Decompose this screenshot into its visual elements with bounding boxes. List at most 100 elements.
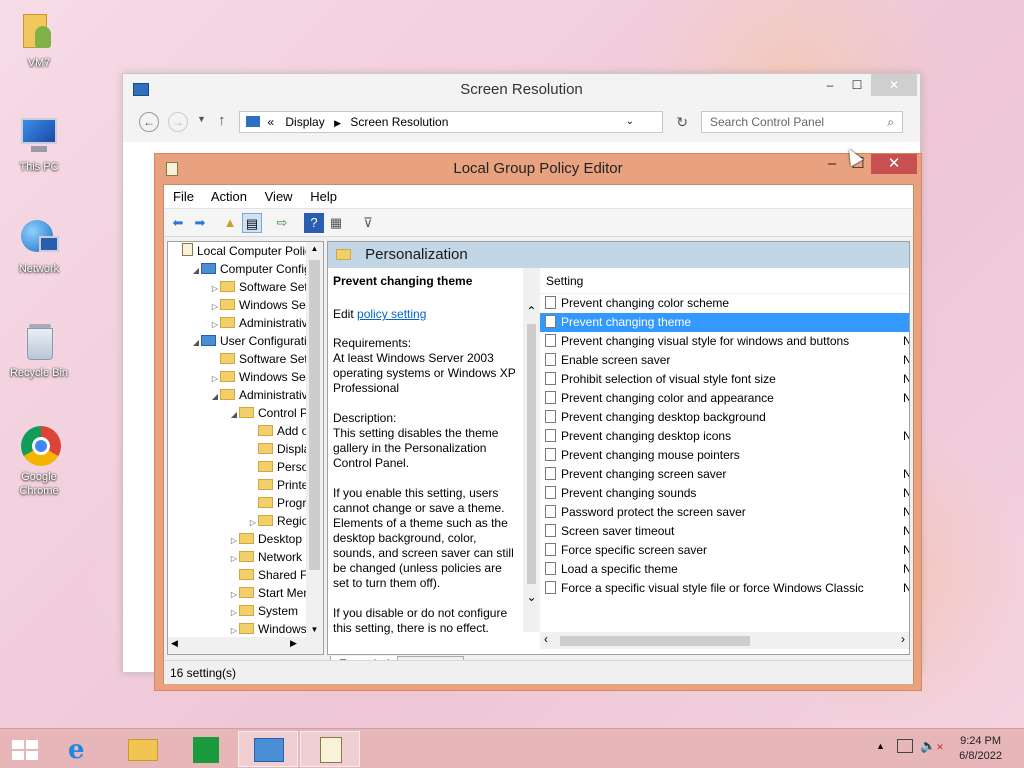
setting-row[interactable]: Screen saver timeout N: [540, 522, 909, 541]
setting-row[interactable]: Prevent changing desktop background: [540, 408, 909, 427]
setting-row[interactable]: Force a specific visual style file or fo…: [540, 579, 909, 598]
scroll-right-icon[interactable]: ›: [901, 632, 905, 646]
forward-button[interactable]: →: [168, 112, 188, 132]
tree-item[interactable]: ▷ System: [168, 602, 323, 620]
setting-row[interactable]: Prevent changing mouse pointers: [540, 446, 909, 465]
refresh-icon[interactable]: ↻: [676, 112, 688, 132]
show-hide-tree-icon[interactable]: ▤: [242, 213, 262, 233]
maximize-button[interactable]: ☐: [843, 74, 871, 96]
tree-item[interactable]: Progra: [168, 494, 323, 512]
start-button[interactable]: [0, 731, 50, 767]
scroll-thumb[interactable]: [309, 260, 320, 570]
taskbar-control-panel[interactable]: [238, 731, 298, 767]
list-horizontal-scrollbar[interactable]: ‹ ›: [540, 632, 909, 649]
setting-row[interactable]: Prevent changing visual style for window…: [540, 332, 909, 351]
setting-row[interactable]: Password protect the screen saver N: [540, 503, 909, 522]
tree-item[interactable]: Software Setti: [168, 350, 323, 368]
desktop-icon-vm7[interactable]: VM7: [4, 10, 74, 70]
scroll-right-icon[interactable]: ▶: [290, 638, 297, 649]
setting-row[interactable]: Prevent changing color scheme: [540, 294, 909, 313]
settings-list[interactable]: Setting Prevent changing color scheme Pre…: [540, 268, 909, 622]
export-list-icon[interactable]: ⇨: [272, 213, 292, 233]
minimize-button[interactable]: ‒: [819, 154, 845, 174]
edit-policy-setting-link[interactable]: policy setting: [357, 307, 426, 321]
scroll-down-icon[interactable]: ▼: [306, 623, 323, 637]
desktop-icon-network[interactable]: Network: [4, 216, 74, 276]
close-button[interactable]: ✕: [871, 74, 917, 96]
scroll-thumb[interactable]: [527, 324, 536, 584]
recent-locations-icon[interactable]: ▼: [197, 114, 206, 124]
setting-row[interactable]: Prevent changing color and appearance N: [540, 389, 909, 408]
group-policy-editor-window[interactable]: Local Group Policy Editor ‒ ☐ ✕ File Act…: [154, 153, 922, 691]
address-bar[interactable]: « Display ▶ Screen Resolution ⌄ ↻: [239, 111, 688, 133]
setting-row[interactable]: Prevent changing screen saver N: [540, 465, 909, 484]
taskbar-group-policy-editor[interactable]: [300, 731, 360, 767]
scroll-down-icon[interactable]: ⌄: [523, 590, 540, 604]
up-button[interactable]: ↑: [218, 112, 226, 129]
menu-file[interactable]: File: [173, 189, 194, 204]
tree-item[interactable]: Local Computer Polic: [168, 242, 323, 260]
back-arrow-icon[interactable]: ⬅: [168, 213, 188, 233]
up-folder-icon[interactable]: ▲: [220, 213, 240, 233]
tree-item[interactable]: ◢ Computer Config: [168, 260, 323, 278]
tree-item[interactable]: ▷ Administrative: [168, 314, 323, 332]
search-icon[interactable]: ⌕: [887, 112, 894, 132]
tree-item[interactable]: ▷ Desktop: [168, 530, 323, 548]
desktop-icon-this-pc[interactable]: This PC: [4, 114, 74, 174]
setting-row[interactable]: Prevent changing sounds N: [540, 484, 909, 503]
tree-item[interactable]: ▷ Region: [168, 512, 323, 530]
menu-action[interactable]: Action: [211, 189, 247, 204]
properties-icon[interactable]: ▦: [326, 213, 346, 233]
scroll-thumb[interactable]: [560, 636, 750, 646]
window-titlebar[interactable]: Screen Resolution ‒ ☐ ✕: [123, 74, 920, 106]
taskbar-internet-explorer[interactable]: e: [52, 731, 112, 767]
breadcrumb-display[interactable]: Display: [285, 115, 324, 129]
forward-arrow-icon[interactable]: ➡: [190, 213, 210, 233]
tree-horizontal-scrollbar[interactable]: ◀ ▶: [168, 637, 323, 654]
policy-tree[interactable]: Local Computer Polic ◢ Computer Config ▷ Sof…: [167, 241, 324, 655]
tree-item[interactable]: Add or: [168, 422, 323, 440]
column-header-setting[interactable]: Setting: [540, 268, 909, 294]
tree-item[interactable]: ▷ Network: [168, 548, 323, 566]
description-scrollbar[interactable]: ⌃ ⌄: [523, 268, 540, 632]
setting-row[interactable]: Load a specific theme N: [540, 560, 909, 579]
desktop-icon-google-chrome[interactable]: Google Chrome: [4, 424, 74, 498]
show-hidden-icons-icon[interactable]: ▲: [876, 741, 885, 751]
tree-item[interactable]: ▷ Windows C: [168, 620, 323, 638]
scroll-up-icon[interactable]: ⌃: [523, 304, 540, 318]
tree-item[interactable]: ◢ User Configuration: [168, 332, 323, 350]
setting-row[interactable]: Enable screen saver N: [540, 351, 909, 370]
menu-view[interactable]: View: [265, 189, 293, 204]
desktop-icon-recycle-bin[interactable]: Recycle Bin: [4, 320, 74, 380]
tree-item[interactable]: ◢ Control Pa: [168, 404, 323, 422]
tree-item[interactable]: ▷ Windows Sett: [168, 296, 323, 314]
search-input[interactable]: Search Control Panel ⌕: [701, 111, 903, 133]
tree-item[interactable]: Person: [168, 458, 323, 476]
help-icon[interactable]: ?: [304, 213, 324, 233]
setting-row[interactable]: Force specific screen saver N: [540, 541, 909, 560]
close-button[interactable]: ✕: [871, 154, 917, 174]
taskbar-store[interactable]: [176, 731, 236, 767]
scroll-left-icon[interactable]: ‹: [544, 632, 548, 646]
menu-help[interactable]: Help: [310, 189, 337, 204]
tree-item[interactable]: ▷ Start Menu: [168, 584, 323, 602]
setting-row[interactable]: Prevent changing desktop icons N: [540, 427, 909, 446]
taskbar-file-explorer[interactable]: [114, 731, 174, 767]
minimize-button[interactable]: ‒: [816, 74, 844, 96]
tree-item[interactable]: ◢ Administrative: [168, 386, 323, 404]
scroll-left-icon[interactable]: ◀: [171, 638, 178, 649]
tree-item[interactable]: Display: [168, 440, 323, 458]
taskbar-clock[interactable]: 9:24 PM 6/8/2022: [959, 734, 1002, 764]
tree-item[interactable]: Shared Fol: [168, 566, 323, 584]
tree-vertical-scrollbar[interactable]: ▲ ▼: [306, 242, 323, 637]
tree-item[interactable]: ▷ Windows Sett: [168, 368, 323, 386]
scroll-up-icon[interactable]: ▲: [306, 242, 323, 256]
volume-muted-icon[interactable]: 🔈✕: [920, 738, 944, 754]
address-dropdown-icon[interactable]: ⌄: [626, 112, 634, 132]
window-titlebar[interactable]: Local Group Policy Editor ‒ ☐ ✕: [155, 154, 921, 184]
back-button[interactable]: ←: [139, 112, 159, 132]
breadcrumb-screen-resolution[interactable]: Screen Resolution: [350, 115, 448, 129]
filter-icon[interactable]: ⊽: [358, 213, 378, 233]
setting-row[interactable]: Prevent changing theme: [540, 313, 909, 332]
tree-item[interactable]: ▷ Software Setti: [168, 278, 323, 296]
